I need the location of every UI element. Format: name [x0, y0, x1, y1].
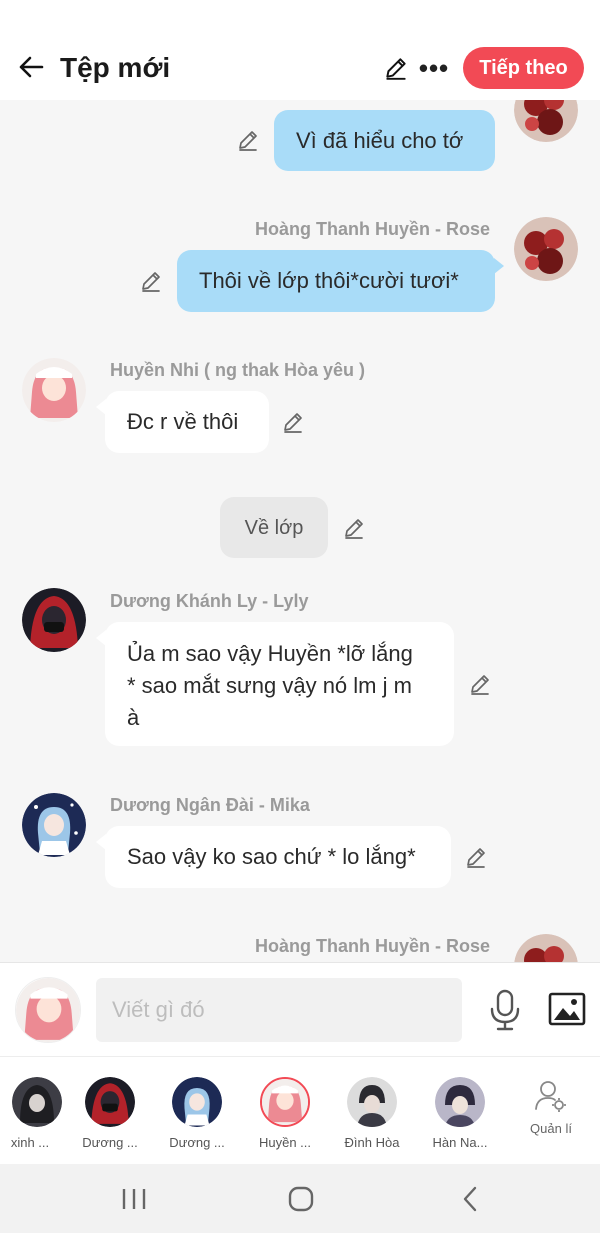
manage-button[interactable]: Quản lí — [520, 1079, 582, 1136]
message-bubble[interactable]: Vì đã hiểu cho tớ — [274, 110, 495, 171]
pencil-icon — [239, 131, 257, 151]
pencil-icon — [386, 58, 406, 80]
participant-item[interactable]: Dương ... — [157, 1077, 237, 1150]
system-nav-bar — [0, 1164, 600, 1233]
pink-hair-avatar-icon — [22, 358, 86, 422]
message-line: * sao mắt sưng vậy nó lm j m — [127, 673, 412, 698]
participant-item[interactable]: xinh ... — [0, 1077, 70, 1150]
edit-title-button[interactable] — [380, 52, 412, 84]
avatar[interactable] — [514, 934, 578, 962]
message-bubble[interactable]: Ủa m sao vậy Huyền *lỡ lắng * sao mắt sư… — [96, 622, 454, 746]
participant-label: xinh ... — [10, 1135, 50, 1150]
participant-label: Huyền ... — [258, 1135, 312, 1150]
microphone-icon — [490, 989, 520, 1031]
manage-user-icon — [535, 1081, 566, 1112]
avatar[interactable] — [514, 100, 578, 142]
message-text: Đc r về thôi — [127, 409, 239, 434]
pink-hair-avatar-icon — [16, 978, 80, 1042]
message-line: Ủa m sao vậy Huyền *lỡ lắng — [127, 641, 413, 666]
narration-bubble[interactable]: Về lớp — [220, 497, 328, 558]
rose-avatar-icon — [514, 934, 578, 962]
blue-hair-avatar-icon — [22, 793, 86, 857]
avatar — [435, 1077, 485, 1127]
compose-bar: Viết gì đó — [0, 962, 600, 1056]
pink-hair-avatar-icon — [262, 1079, 308, 1125]
avatar — [172, 1077, 222, 1127]
back-chevron-icon — [463, 1186, 477, 1212]
app-header: Tệp mới ••• Tiếp theo — [0, 0, 600, 100]
pencil-icon — [467, 848, 485, 868]
edit-message-button[interactable] — [234, 126, 262, 154]
current-speaker-avatar[interactable] — [15, 977, 81, 1043]
message-input[interactable]: Viết gì đó — [96, 978, 462, 1042]
edit-message-button[interactable] — [137, 267, 165, 295]
narration-text: Về lớp — [244, 516, 304, 539]
avatar — [347, 1077, 397, 1127]
participant-label: Đình Hòa — [344, 1135, 400, 1150]
participant-label: Dương ... — [169, 1135, 225, 1150]
pencil-icon — [284, 413, 302, 433]
add-image-button[interactable] — [547, 989, 587, 1029]
participant-label: Dương ... — [82, 1135, 138, 1150]
participant-item[interactable]: Đình Hòa — [332, 1077, 412, 1150]
manage-label: Quản lí — [530, 1121, 572, 1136]
participant-strip[interactable]: xinh ... Dương ... Dương ... Huyền ... Đ… — [0, 1056, 600, 1164]
voice-button[interactable] — [488, 989, 522, 1031]
participant-item[interactable]: Dương ... — [70, 1077, 150, 1150]
avatar[interactable] — [22, 588, 86, 652]
edit-message-button[interactable] — [279, 408, 307, 436]
dark-boy-avatar-icon — [435, 1077, 485, 1127]
avatar — [85, 1077, 135, 1127]
message-bubble[interactable]: Thôi về lớp thôi*cười tươi* — [177, 250, 504, 312]
recents-icon — [122, 1189, 146, 1209]
more-button[interactable]: ••• — [418, 52, 450, 84]
red-hood-avatar-icon — [22, 588, 86, 652]
avatar[interactable] — [514, 217, 578, 281]
pencil-icon — [345, 519, 363, 539]
red-hood-avatar-icon — [85, 1077, 135, 1127]
message-line: à — [127, 705, 140, 730]
back-arrow-icon — [19, 56, 44, 78]
home-button[interactable] — [277, 1178, 325, 1220]
message-text: Sao vậy ko sao chứ * lo lắng* — [127, 844, 416, 869]
message-bubble[interactable]: Đc r về thôi — [96, 391, 269, 453]
rose-avatar-icon — [514, 100, 578, 142]
edit-message-button[interactable] — [340, 514, 368, 542]
back-button[interactable] — [14, 50, 48, 84]
home-icon — [288, 1186, 314, 1212]
sender-name: Huyền Nhi ( ng thak Hòa yêu ) — [110, 360, 366, 380]
avatar — [260, 1077, 310, 1127]
sender-name: Dương Ngân Đài - Mika — [110, 795, 310, 815]
rose-avatar-icon — [514, 217, 578, 281]
dark-hair-avatar-icon — [12, 1077, 62, 1127]
sender-name: Hoàng Thanh Huyền - Rose — [254, 936, 490, 956]
pencil-icon — [142, 272, 160, 292]
page-title: Tệp mới — [60, 52, 171, 83]
message-text: Ủa m sao vậy Huyền *lỡ lắng * sao mắt sư… — [127, 638, 413, 734]
image-icon — [548, 992, 586, 1026]
boy-avatar-icon — [347, 1077, 397, 1127]
message-text: Vì đã hiểu cho tớ — [296, 127, 464, 153]
participant-item-selected[interactable]: Huyền ... — [245, 1077, 325, 1150]
more-icon: ••• — [418, 52, 450, 83]
pencil-icon — [471, 675, 489, 695]
message-text: Thôi về lớp thôi*cười tươi* — [199, 268, 459, 293]
participant-label: Hàn Na... — [432, 1135, 488, 1150]
message-bubble[interactable]: Sao vậy ko sao chứ * lo lắng* — [96, 826, 451, 888]
sender-name: Dương Khánh Ly - Lyly — [110, 591, 309, 611]
chat-area[interactable]: Vì đã hiểu cho tớ Hoàng Thanh Huyền - Ro… — [0, 100, 600, 962]
edit-message-button[interactable] — [466, 670, 494, 698]
system-back-button[interactable] — [446, 1178, 494, 1220]
edit-message-button[interactable] — [462, 843, 490, 871]
avatar[interactable] — [22, 358, 86, 422]
blue-hair-avatar-icon — [172, 1077, 222, 1127]
participant-item[interactable]: Hàn Na... — [420, 1077, 500, 1150]
recents-button[interactable] — [110, 1178, 158, 1220]
avatar[interactable] — [22, 793, 86, 857]
sender-name: Hoàng Thanh Huyền - Rose — [254, 219, 490, 239]
avatar — [12, 1077, 62, 1127]
next-button[interactable]: Tiếp theo — [463, 47, 584, 89]
